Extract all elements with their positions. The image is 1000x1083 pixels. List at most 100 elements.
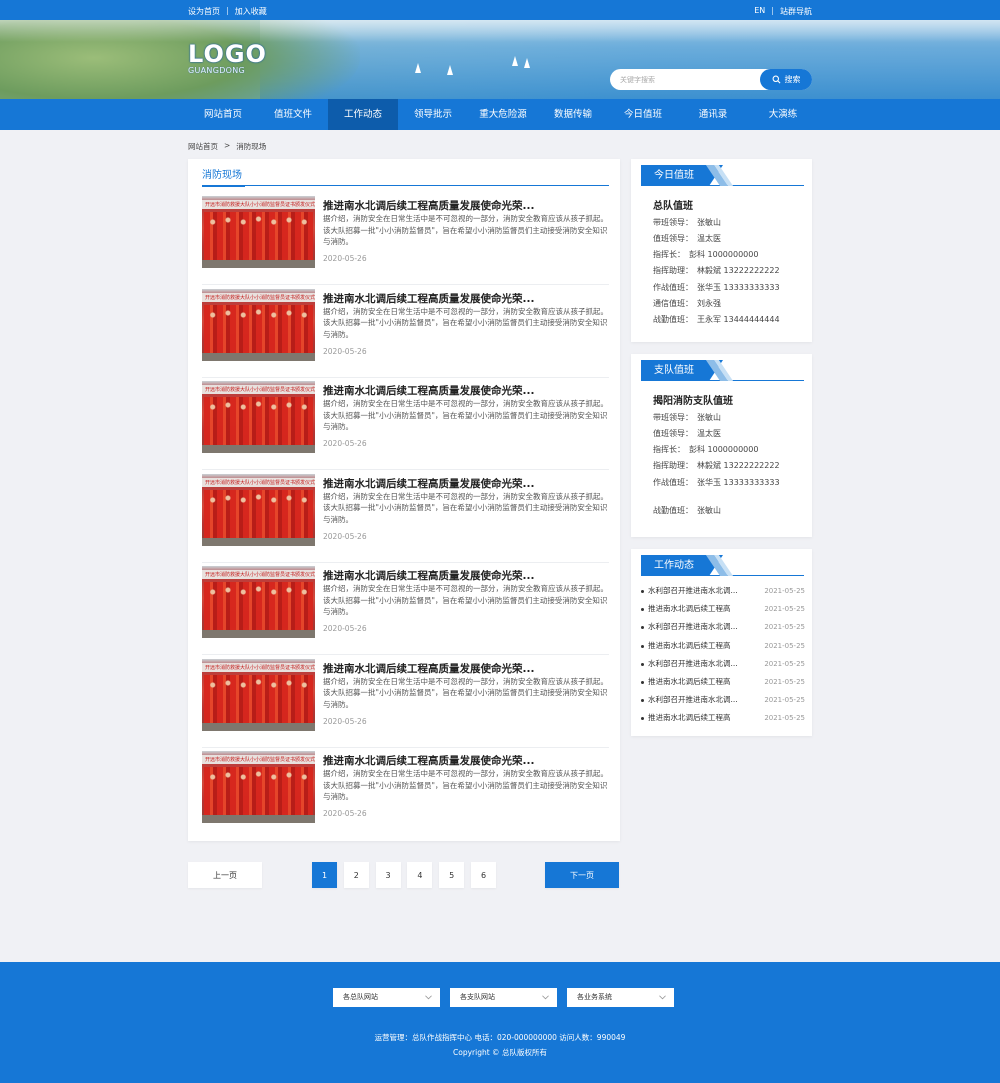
news-title[interactable]: 推进南水北调后续工程高质量发展使命光荣... <box>323 291 609 306</box>
search-button[interactable]: 搜索 <box>760 69 812 90</box>
nav-item[interactable]: 今日值班 <box>608 99 678 130</box>
nav-item[interactable]: 重大危险源 <box>468 99 538 130</box>
work-news-title[interactable]: 水利部召开推进南水北调... <box>648 582 752 600</box>
duty-label: 战勤值班： <box>653 506 693 515</box>
news-date: 2020-05-26 <box>323 716 367 726</box>
separator: | <box>226 6 229 15</box>
news-date: 2020-05-26 <box>323 346 367 356</box>
chevron-down-icon <box>659 995 666 1000</box>
duty-row: 指挥长： 彭科 1000000000 <box>653 249 758 260</box>
set-home-link[interactable]: 设为首页 <box>188 6 220 17</box>
sailboat-icon <box>447 65 453 75</box>
search-box: 搜索 <box>610 69 812 90</box>
duty-row: 指挥助理： 林毅斌 13222222222 <box>653 460 780 471</box>
news-item[interactable]: 开远市消防救援大队小小消防监督员证书颁发仪式 推进南水北调后续工程高质量发展使命光… <box>202 751 609 831</box>
nav-item[interactable]: 领导批示 <box>398 99 468 130</box>
duty-unit: 总队值班 <box>653 201 693 212</box>
search-input[interactable] <box>620 73 760 86</box>
news-summary: 据介绍，消防安全在日常生活中是不可忽视的一部分，消防安全教育应该从孩子抓起。该大… <box>323 306 608 339</box>
card-header: 支队值班 <box>641 360 804 381</box>
news-title[interactable]: 推进南水北调后续工程高质量发展使命光荣... <box>323 661 609 676</box>
language-link[interactable]: EN <box>754 6 765 17</box>
duty-label: 战勤值班： <box>653 315 693 324</box>
work-news-title[interactable]: 推进南水北调后续工程高 <box>648 600 752 618</box>
work-news-title[interactable]: 推进南水北调后续工程高 <box>648 673 752 691</box>
duty-row: 通信值班： 刘永强 <box>653 298 721 309</box>
work-news-date: 2021-05-25 <box>764 696 805 705</box>
work-news-item[interactable]: 推进南水北调后续工程高 2021-05-25 <box>641 637 805 655</box>
breadcrumb: 网站首页 > 消防现场 <box>188 141 266 152</box>
duty-label: 带班领导： <box>653 413 693 422</box>
thumbnail-banner: 开远市消防救援大队小小消防监督员证书颁发仪式 <box>202 385 315 394</box>
panel-tab[interactable]: 消防现场 <box>202 166 242 181</box>
separator: | <box>771 6 774 15</box>
work-news-title[interactable]: 水利部召开推进南水北调... <box>648 618 752 636</box>
work-news-item[interactable]: 水利部召开推进南水北调... 2021-05-25 <box>641 582 805 600</box>
news-thumbnail[interactable]: 开远市消防救援大队小小消防监督员证书颁发仪式 <box>202 751 315 823</box>
news-thumbnail[interactable]: 开远市消防救援大队小小消防监督员证书颁发仪式 <box>202 196 315 268</box>
nav-item[interactable]: 大演练 <box>748 99 818 130</box>
page-1-button[interactable]: 1 <box>312 862 337 888</box>
footer-select[interactable]: 各业务系统 <box>567 988 674 1007</box>
news-title[interactable]: 推进南水北调后续工程高质量发展使命光荣... <box>323 568 609 583</box>
news-title[interactable]: 推进南水北调后续工程高质量发展使命光荣... <box>323 753 609 768</box>
work-news-item[interactable]: 推进南水北调后续工程高 2021-05-25 <box>641 600 805 618</box>
next-page-button[interactable]: 下一页 <box>545 862 619 888</box>
sailboat-icon <box>415 63 421 73</box>
thumbnail-people <box>204 397 313 447</box>
footer-info: 运营管理：总队作战指挥中心 电话：020-000000000 访问人数：9900… <box>0 1030 1000 1060</box>
page-3-button[interactable]: 3 <box>375 862 401 888</box>
news-title[interactable]: 推进南水北调后续工程高质量发展使命光荣... <box>323 383 609 398</box>
nav-item[interactable]: 网站首页 <box>188 99 258 130</box>
page-5-button[interactable]: 5 <box>439 862 465 888</box>
page-2-button[interactable]: 2 <box>343 862 369 888</box>
work-news-item[interactable]: 推进南水北调后续工程高 2021-05-25 <box>641 709 805 727</box>
footer-select[interactable]: 各支队网站 <box>450 988 557 1007</box>
nav-item[interactable]: 通讯录 <box>678 99 748 130</box>
duty-branch-card: 支队值班 揭阳消防支队值班 带班领导： 张敏山 值班领导： 温太医 指挥长： 彭科 100… <box>631 354 812 537</box>
nav-item[interactable]: 工作动态 <box>328 99 398 130</box>
work-news-date: 2021-05-25 <box>764 587 805 595</box>
thumbnail-people <box>204 489 313 540</box>
news-thumbnail[interactable]: 开远市消防救援大队小小消防监督员证书颁发仪式 <box>202 288 315 361</box>
thumbnail-banner: 开远市消防救援大队小小消防监督员证书颁发仪式 <box>202 200 315 209</box>
thumbnail-caption: 开远市消防救援大队小小消防监督员证书颁发仪式 <box>205 294 315 301</box>
work-news-title[interactable]: 推进南水北调后续工程高 <box>648 709 752 727</box>
bookmark-link[interactable]: 加入收藏 <box>235 6 267 17</box>
work-news-item[interactable]: 水利部召开推进南水北调... 2021-05-25 <box>641 691 805 709</box>
news-thumbnail[interactable]: 开远市消防救援大队小小消防监督员证书颁发仪式 <box>202 473 315 546</box>
work-news-title[interactable]: 水利部召开推进南水北调... <box>648 655 752 673</box>
site-logo[interactable]: LOGO GUANGDONG <box>188 42 267 75</box>
work-news-item[interactable]: 水利部召开推进南水北调... 2021-05-25 <box>641 618 805 636</box>
thumbnail-ground <box>202 630 315 638</box>
breadcrumb-home[interactable]: 网站首页 <box>188 141 218 152</box>
news-summary: 据介绍，消防安全在日常生活中是不可忽视的一部分，消防安全教育应该从孩子抓起。该大… <box>323 584 608 616</box>
footer-select[interactable]: 各总队网站 <box>333 988 440 1007</box>
work-news-title[interactable]: 水利部召开推进南水北调... <box>648 691 752 709</box>
news-summary: 据介绍，消防安全在日常生活中是不可忽视的一部分，消防安全教育应该从孩子抓起。该大… <box>323 769 608 801</box>
work-news-item[interactable]: 水利部召开推进南水北调... 2021-05-25 <box>641 655 805 673</box>
page-6-button[interactable]: 6 <box>471 862 496 888</box>
card-header: 工作动态 <box>641 555 804 576</box>
prev-page-button[interactable]: 上一页 <box>188 862 262 888</box>
news-thumbnail[interactable]: 开远市消防救援大队小小消防监督员证书颁发仪式 <box>202 658 315 731</box>
thumbnail-ground <box>202 352 315 361</box>
news-title[interactable]: 推进南水北调后续工程高质量发展使命光荣... <box>323 476 609 491</box>
duty-today-card: 今日值班 总队值班 带班领导： 张敏山 值班领导： 温太医 指挥长： 彭科 1000000… <box>631 159 812 342</box>
news-item[interactable]: 开远市消防救援大队小小消防监督员证书颁发仪式 推进南水北调后续工程高质量发展使命光… <box>202 566 609 655</box>
duty-value: 刘永强 <box>697 299 721 308</box>
news-thumbnail[interactable]: 开远市消防救援大队小小消防监督员证书颁发仪式 <box>202 381 315 453</box>
news-item[interactable]: 开远市消防救援大队小小消防监督员证书颁发仪式 推进南水北调后续工程高质量发展使命光… <box>202 288 609 378</box>
page-4-button[interactable]: 4 <box>407 862 433 888</box>
work-news-item[interactable]: 推进南水北调后续工程高 2021-05-25 <box>641 673 805 691</box>
nav-item[interactable]: 值班文件 <box>258 99 328 130</box>
news-title[interactable]: 推进南水北调后续工程高质量发展使命光荣... <box>323 198 609 213</box>
nav-item[interactable]: 数据传输 <box>538 99 608 130</box>
news-item[interactable]: 开远市消防救援大队小小消防监督员证书颁发仪式 推进南水北调后续工程高质量发展使命光… <box>202 473 609 563</box>
news-item[interactable]: 开远市消防救援大队小小消防监督员证书颁发仪式 推进南水北调后续工程高质量发展使命光… <box>202 658 609 748</box>
news-item[interactable]: 开远市消防救援大队小小消防监督员证书颁发仪式 推进南水北调后续工程高质量发展使命光… <box>202 381 609 470</box>
site-nav-link[interactable]: 站群导航 <box>780 6 812 17</box>
news-item[interactable]: 开远市消防救援大队小小消防监督员证书颁发仪式 推进南水北调后续工程高质量发展使命光… <box>202 196 609 285</box>
work-news-title[interactable]: 推进南水北调后续工程高 <box>648 637 752 655</box>
news-thumbnail[interactable]: 开远市消防救援大队小小消防监督员证书颁发仪式 <box>202 566 315 638</box>
